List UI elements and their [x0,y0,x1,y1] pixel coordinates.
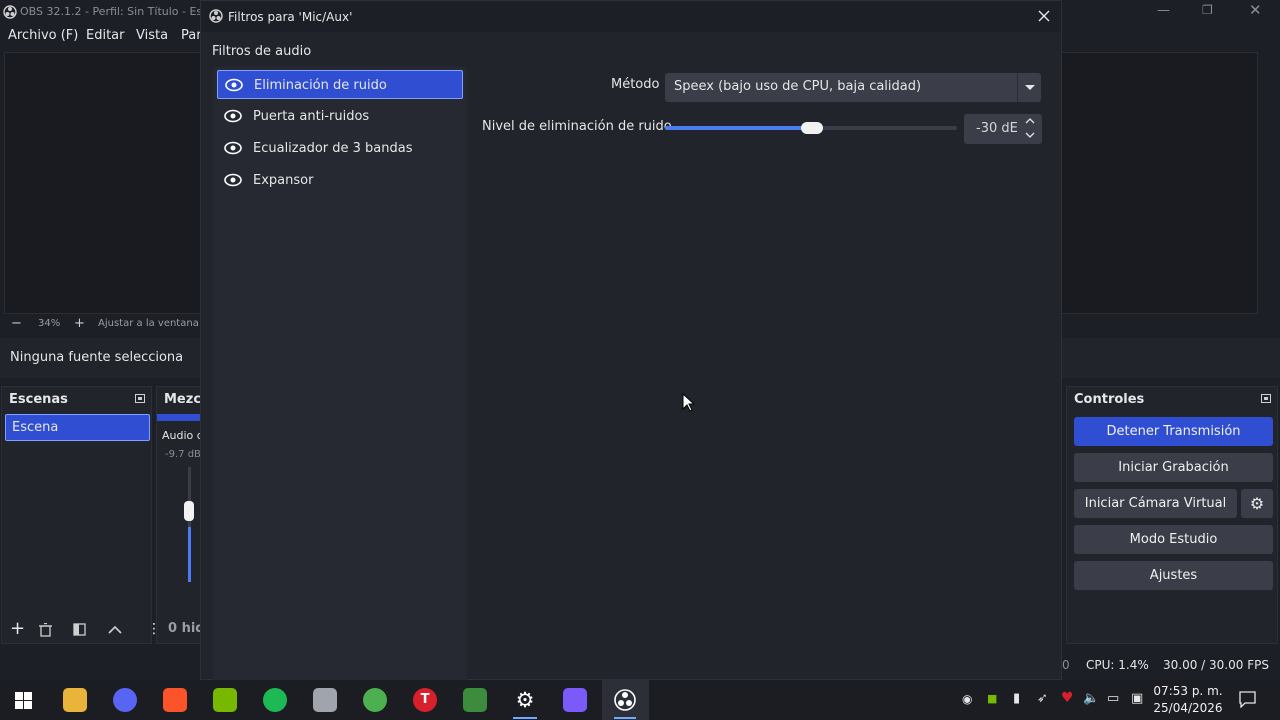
mixer-channel-name: Audio d [162,429,204,442]
float-dock-icon[interactable] [135,394,145,403]
studio-mode-button[interactable]: Modo Estudio [1074,525,1273,554]
filter-label: Expansor [253,173,314,188]
windows-start-icon[interactable] [15,692,32,709]
obs-icon [614,689,636,711]
volume-handle[interactable] [184,501,194,521]
volume-icon[interactable]: 🔈 [1083,691,1099,706]
suppression-level-spinbox[interactable]: -30 dE [964,114,1042,144]
audio-filters-label: Filtros de audio [212,44,312,59]
menu-file[interactable]: Archivo (F) [8,28,78,43]
method-value: Speex (bajo uso de CPU, baja calidad) [674,79,922,94]
tray-shield-icon[interactable]: ♥ [1061,690,1074,706]
filter-item-noise-suppression[interactable]: Eliminación de ruido [217,70,463,99]
virtual-camera-settings-icon[interactable]: ⚙ [1241,489,1273,518]
obs-logo-icon [3,5,17,19]
menu-profile[interactable]: Par [181,28,202,43]
active-indicator [513,717,537,719]
source-status: Ninguna fuente selecciona [10,350,184,365]
scenes-dock: Escenas Escena + ⋮ [1,386,161,644]
stop-stream-button[interactable]: Detener Transmisión [1074,417,1273,446]
scene-filter-icon[interactable] [73,623,86,636]
menu-view[interactable]: Vista [136,28,168,43]
spotify-icon[interactable] [263,688,287,712]
filter-label: Eliminación de ruido [254,78,387,93]
fps-counter: 30.00 / 30.00 FPS [1163,658,1269,672]
close-icon[interactable] [1035,7,1053,25]
gamepad-icon[interactable] [563,688,587,712]
clock-date: 25/04/2026 [1153,701,1223,715]
minimize-icon[interactable]: — [1157,3,1170,18]
battery-icon[interactable]: ▭ [1107,691,1119,706]
dialog-titlebar: Filtros para 'Mic/Aux' [201,1,1061,32]
level-value: -30 dE [976,121,1018,136]
network-icon[interactable]: ▣ [1131,691,1143,706]
filter-label: Ecualizador de 3 bandas [253,141,413,156]
zoom-out-button[interactable]: − [11,316,22,331]
fit-window-button[interactable]: Ajustar a la ventana [98,318,199,329]
obs-window-title: OBS 32.1.2 - Perfil: Sin Título - Esc [20,5,209,18]
filter-label: Puerta anti-ruidos [253,109,370,124]
chevron-down-icon[interactable] [1025,132,1035,139]
restore-icon[interactable]: ❐ [1202,3,1213,17]
clock-time: 07:53 p. m. [1153,684,1223,698]
filter-list: Eliminación de ruido Puerta anti-ruidos … [213,67,467,681]
filters-dialog: Filtros para 'Mic/Aux' Filtros de audio … [200,0,1062,681]
float-dock-icon[interactable] [1261,394,1271,403]
eye-icon[interactable] [224,141,242,155]
clock[interactable]: 07:53 p. m. 25/04/2026 [1150,683,1226,717]
menu-edit[interactable]: Editar [86,28,125,43]
filter-item-3-band-eq[interactable]: Ecualizador de 3 bandas [217,134,463,163]
chevron-up-icon[interactable] [1025,117,1035,124]
tray-device-icon[interactable]: ▮ [1013,691,1020,706]
cpu-usage: CPU: 1.4% [1086,658,1149,672]
suppression-level-label: Nivel de eliminación de ruido [482,119,672,134]
tray-obs-icon[interactable]: ◉ [962,692,972,706]
method-select[interactable]: Speex (bajo uso de CPU, baja calidad) [665,73,1041,102]
slider-handle[interactable] [801,122,823,134]
mixer-dock: Mezcl Audio d -9.7 dB 0 hid [156,386,207,644]
filter-item-expander[interactable]: Expansor [217,166,463,195]
discord-icon[interactable] [113,688,137,712]
taskbar: T ⚙ ◉ ■ ▮ ➶ ♥ 🔈 ▭ ▣ 07:53 p. m. 25/04/20… [0,680,1280,720]
filter-item-noise-gate[interactable]: Puerta anti-ruidos [217,102,463,131]
zoom-in-button[interactable]: + [74,316,85,331]
t-app-icon[interactable]: T [413,688,437,712]
eye-icon[interactable] [225,78,243,92]
slider-fill [665,126,812,130]
start-virtual-camera-button[interactable]: Iniciar Cámara Virtual [1074,489,1237,518]
volume-fill [188,527,191,582]
move-up-icon[interactable] [108,625,122,634]
tray-nvidia-icon[interactable]: ■ [987,692,997,705]
dialog-title: Filtros para 'Mic/Aux' [228,10,353,24]
chevron-down-icon[interactable] [1017,73,1041,102]
obs-logo-icon [209,9,223,23]
obs-taskbar-item[interactable] [602,680,649,720]
controls-title: Controles [1074,392,1145,407]
xbox-like-icon[interactable] [363,688,387,712]
scene-item[interactable]: Escena [5,414,150,441]
method-label: Método [611,77,660,92]
spin-buttons [1018,114,1042,144]
start-recording-button[interactable]: Iniciar Grabación [1074,453,1273,482]
brave-icon[interactable] [163,688,187,712]
mixer-db-value: -9.7 dB [165,449,201,460]
scenes-title: Escenas [9,392,68,407]
file-explorer-icon[interactable] [63,688,87,712]
trash-icon[interactable] [39,623,52,637]
settings-button[interactable]: Ajustes [1074,561,1273,590]
mouse-cursor-icon [682,393,694,412]
status-edge: 0 [1062,658,1070,672]
add-scene-icon[interactable]: + [10,620,25,638]
nvidia-icon[interactable] [213,688,237,712]
eye-icon[interactable] [224,109,242,123]
app-misc-icon[interactable] [313,688,337,712]
eye-icon[interactable] [224,173,242,187]
zoom-level: 34% [38,318,61,329]
tray-cursor-icon[interactable]: ➶ [1037,691,1048,706]
notifications-icon[interactable] [1239,691,1256,708]
gpu-z-icon[interactable] [463,688,487,712]
close-window-icon[interactable]: ✕ [1249,1,1262,19]
active-indicator [614,717,636,719]
settings-gear-icon[interactable]: ⚙ [513,688,537,712]
